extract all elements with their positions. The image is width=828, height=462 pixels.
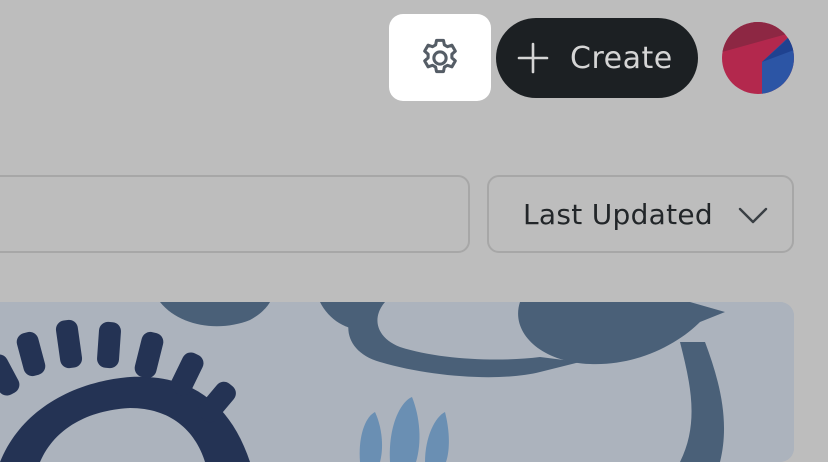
gear-icon [423, 38, 457, 73]
thumbnail-illustration [0, 302, 794, 462]
create-button-label: Create [570, 40, 673, 76]
plus-icon [517, 42, 549, 74]
create-button[interactable]: Create [496, 18, 698, 98]
avatar[interactable] [722, 22, 794, 94]
card-thumbnail[interactable] [0, 302, 794, 462]
sort-dropdown[interactable]: Last Updated [487, 175, 794, 253]
sort-selected-value: Last Updated [523, 197, 714, 231]
chevron-down-icon [736, 203, 770, 227]
avatar-image [722, 22, 794, 94]
settings-button[interactable] [389, 14, 491, 101]
search-input[interactable] [0, 175, 470, 253]
